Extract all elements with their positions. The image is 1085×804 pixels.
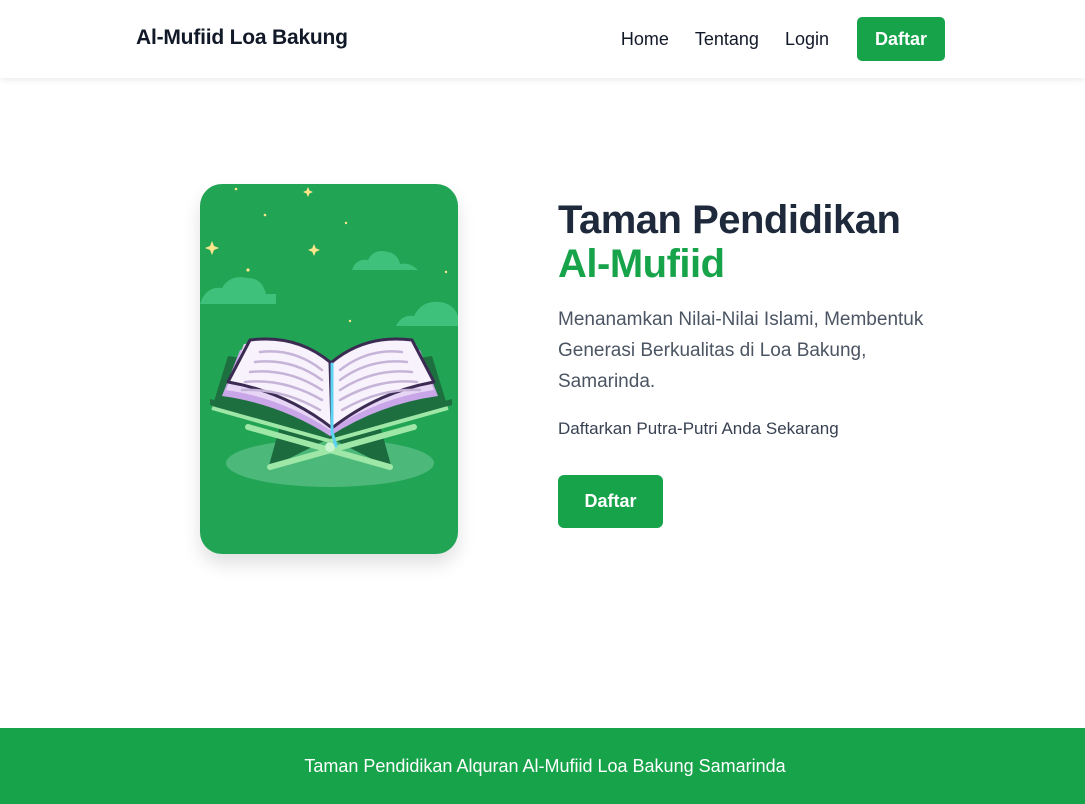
hero-subtitle: Menanamkan Nilai-Nilai Islami, Membentuk… [558, 309, 924, 392]
hero-cta-text: Daftarkan Putra-Putri Anda Sekarang [558, 419, 839, 438]
hero-title-accent: Al-Mufiid [558, 242, 725, 286]
footer-text: Taman Pendidikan Alquran Al-Mufiid Loa B… [304, 755, 786, 776]
hero-daftar-button[interactable]: Daftar [558, 475, 663, 528]
navbar: Al-Mufiid Loa Bakung Home Tentang Login … [0, 0, 1085, 78]
brand-logo[interactable]: Al-Mufiid Loa Bakung [136, 26, 348, 50]
nav-link-login[interactable]: Login [785, 29, 829, 50]
open-quran-illustration [200, 187, 458, 487]
footer: Taman Pendidikan Alquran Al-Mufiid Loa B… [0, 728, 1085, 804]
hero-section: Taman Pendidikan Al-Mufiid Menanamkan Ni… [558, 198, 958, 528]
hero-title: Taman Pendidikan Al-Mufiid [558, 198, 958, 286]
nav-link-home[interactable]: Home [621, 29, 669, 50]
nav-link-tentang[interactable]: Tentang [695, 29, 759, 50]
hero-title-line1: Taman Pendidikan [558, 198, 901, 242]
nav-daftar-button[interactable]: Daftar [856, 17, 945, 61]
hero-illustration-card [200, 184, 458, 554]
nav-links: Home Tentang Login Daftar [621, 17, 945, 61]
